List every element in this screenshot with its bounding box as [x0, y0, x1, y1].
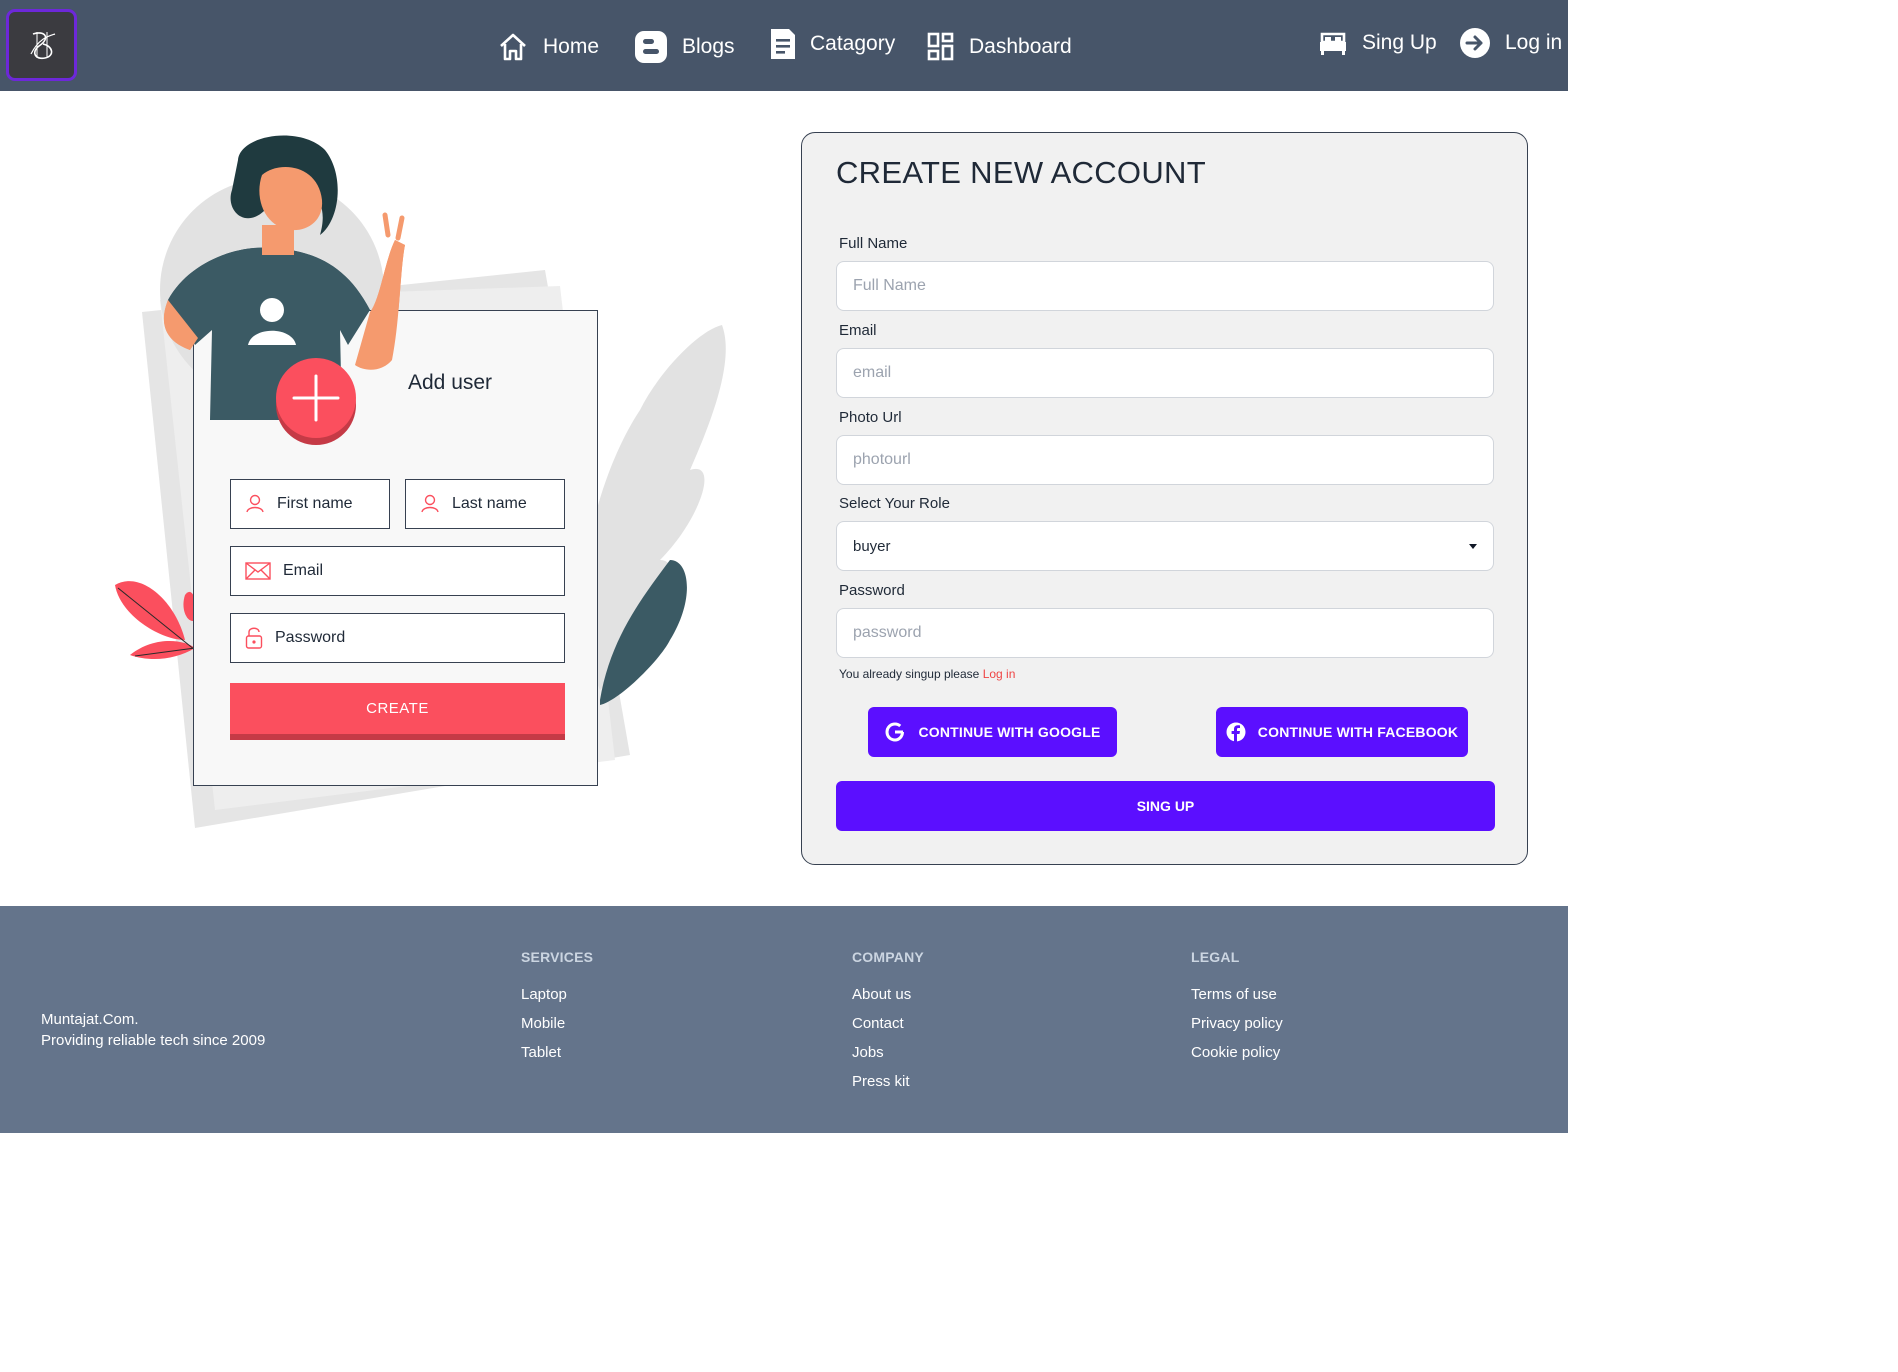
role-select[interactable]: buyer	[836, 521, 1494, 571]
brand-name: Muntajat.Com.	[41, 1011, 139, 1028]
nav-login-label: Log in	[1505, 31, 1563, 54]
signup-submit-button[interactable]: SING UP	[836, 781, 1495, 831]
footer: Muntajat.Com. Providing reliable tech si…	[0, 906, 1568, 1133]
document-icon	[771, 29, 795, 59]
user-icon	[246, 494, 264, 513]
footer-link-laptop[interactable]: Laptop	[521, 985, 593, 1004]
lock-icon	[245, 627, 263, 649]
form-title: CREATE NEW ACCOUNT	[836, 155, 1206, 190]
company-title: COMPANY	[852, 949, 924, 965]
footer-link-tablet[interactable]: Tablet	[521, 1043, 593, 1062]
footer-link-privacy[interactable]: Privacy policy	[1191, 1014, 1283, 1033]
blogger-icon	[635, 31, 667, 63]
footer-legal: LEGAL Terms of use Privacy policy Cookie…	[1191, 949, 1283, 1072]
home-icon	[500, 33, 526, 61]
google-signin-label: CONTINUE WITH GOOGLE	[918, 724, 1101, 740]
login-arrow-icon	[1460, 28, 1490, 58]
password-input[interactable]	[836, 608, 1494, 658]
bed-icon	[1320, 32, 1346, 55]
nav-category[interactable]: Catagory	[770, 24, 895, 64]
full-name-label: Full Name	[839, 235, 908, 252]
footer-link-jobs[interactable]: Jobs	[852, 1043, 924, 1062]
illustration-first-name: First name	[230, 479, 390, 529]
nav-home[interactable]: Home	[497, 27, 599, 67]
email-label: Email	[839, 322, 877, 339]
facebook-icon	[1226, 722, 1246, 742]
footer-link-press-kit[interactable]: Press kit	[852, 1072, 924, 1091]
role-label: Select Your Role	[839, 495, 950, 512]
email-input[interactable]	[836, 348, 1494, 398]
navbar: Home Blogs Catagory Dashboard Sing Up Lo…	[0, 0, 1568, 91]
services-title: SERVICES	[521, 949, 594, 965]
legal-title: LEGAL	[1191, 949, 1240, 965]
footer-services: SERVICES Laptop Mobile Tablet	[521, 949, 593, 1072]
role-select-value: buyer	[853, 537, 891, 555]
illustration-password: Password	[230, 613, 565, 663]
illustration-title: Add user	[408, 371, 493, 394]
facebook-signin-label: CONTINUE WITH FACEBOOK	[1257, 724, 1459, 740]
user-icon	[421, 494, 439, 513]
logo-icon	[29, 32, 55, 60]
footer-link-terms[interactable]: Terms of use	[1191, 985, 1283, 1004]
dashboard-grid-icon	[927, 32, 954, 61]
footer-brand: Muntajat.Com. Providing reliable tech si…	[41, 1009, 265, 1051]
photo-url-input[interactable]	[836, 435, 1494, 485]
footer-link-contact[interactable]: Contact	[852, 1014, 924, 1033]
google-icon	[885, 722, 905, 742]
nav-blogs[interactable]: Blogs	[634, 27, 735, 67]
illustration-create-button: CREATE	[230, 683, 565, 740]
nav-dashboard-label: Dashboard	[969, 35, 1072, 58]
chevron-down-icon	[1469, 543, 1477, 549]
nav-blogs-label: Blogs	[682, 35, 735, 58]
footer-link-about[interactable]: About us	[852, 985, 924, 1004]
illustration-figure	[163, 240, 405, 445]
illustration-last-name: Last name	[405, 479, 565, 529]
footer-link-mobile[interactable]: Mobile	[521, 1014, 593, 1033]
illustration-last-name-label: Last name	[452, 495, 527, 512]
envelope-icon	[245, 562, 271, 580]
illustration-email-label: Email	[283, 562, 324, 579]
nav-signup-label: Sing Up	[1362, 31, 1437, 54]
footer-company: COMPANY About us Contact Jobs Press kit	[852, 949, 924, 1101]
illustration-email: Email	[230, 546, 565, 596]
site-logo[interactable]	[6, 9, 77, 81]
nav-login[interactable]: Log in	[1459, 23, 1562, 63]
create-account-form: CREATE NEW ACCOUNT Full Name Email Photo…	[801, 132, 1528, 865]
login-note: You already singup please Log in	[839, 667, 1015, 681]
illustration-first-name-label: First name	[277, 495, 353, 512]
login-note-text: You already singup please	[839, 667, 980, 681]
nav-signup[interactable]: Sing Up	[1318, 23, 1437, 63]
brand-tagline: Providing reliable tech since 2009	[41, 1032, 266, 1049]
nav-dashboard[interactable]: Dashboard	[927, 27, 1072, 67]
facebook-signin-button[interactable]: CONTINUE WITH FACEBOOK	[1216, 707, 1468, 757]
nav-category-label: Catagory	[810, 32, 896, 55]
full-name-input[interactable]	[836, 261, 1494, 311]
google-signin-button[interactable]: CONTINUE WITH GOOGLE	[868, 707, 1117, 757]
footer-link-cookie[interactable]: Cookie policy	[1191, 1043, 1283, 1062]
nav-home-label: Home	[543, 35, 600, 58]
password-label: Password	[839, 582, 905, 599]
photo-url-label: Photo Url	[839, 409, 902, 426]
illustration-password-label: Password	[275, 629, 346, 646]
login-link[interactable]: Log in	[983, 667, 1016, 681]
